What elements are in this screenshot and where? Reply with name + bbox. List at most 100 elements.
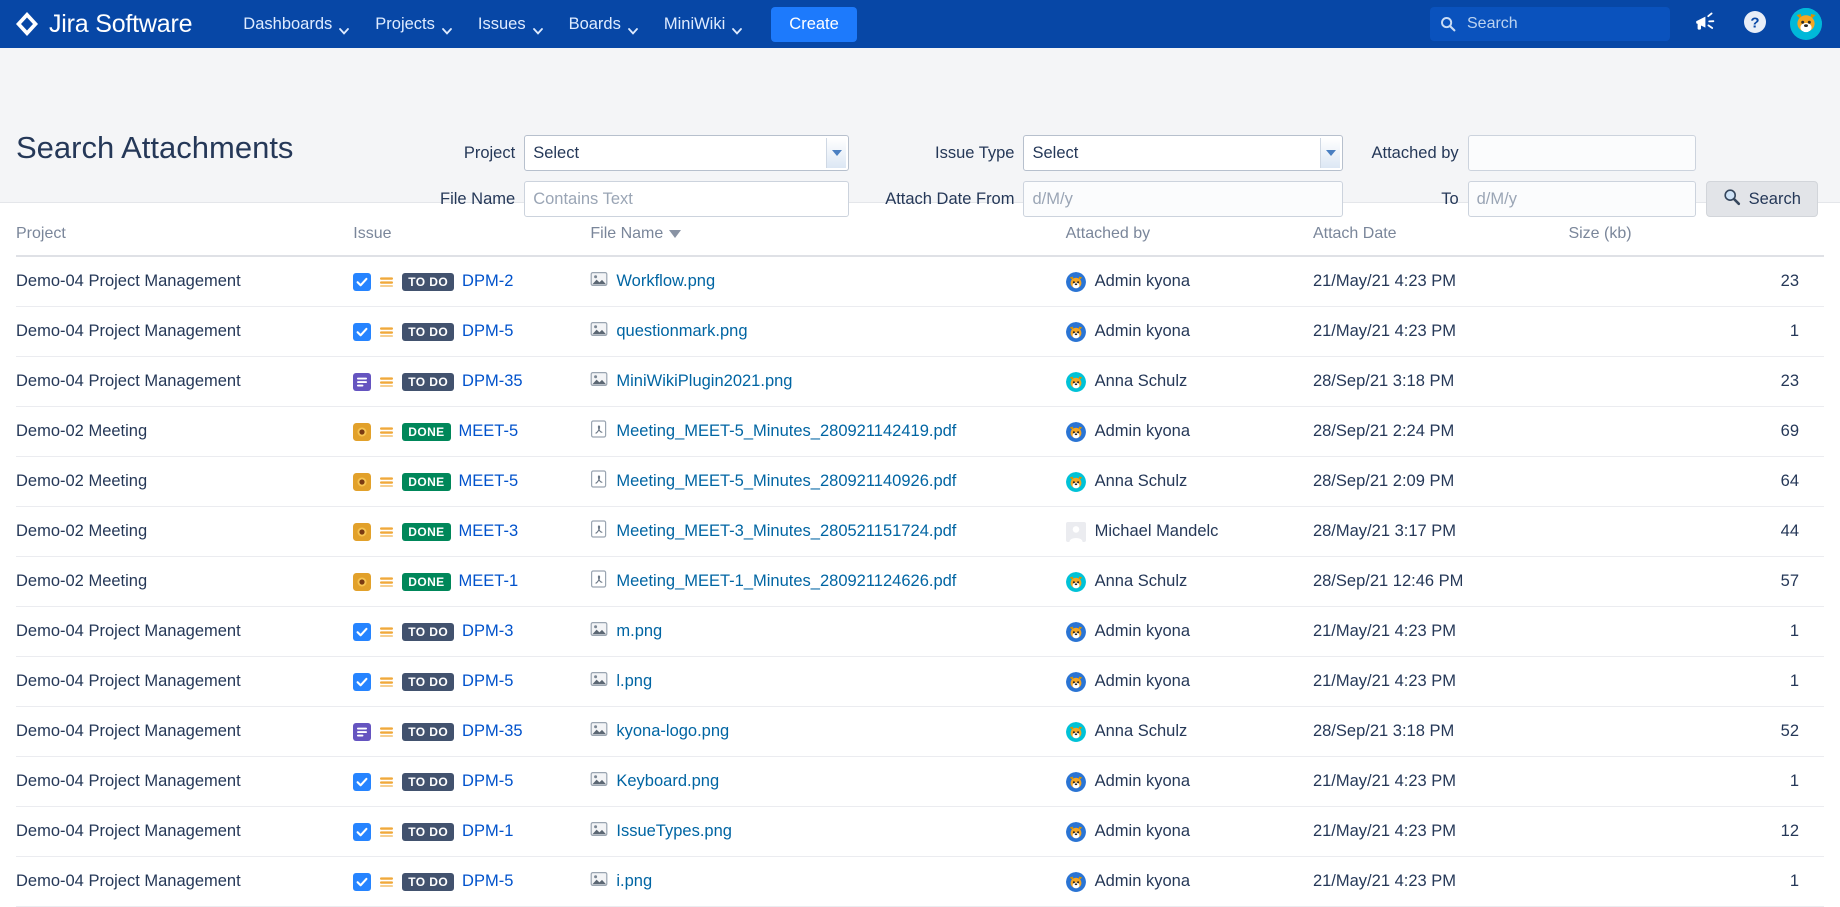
issue-type-select[interactable]: Select xyxy=(1023,135,1343,171)
svg-text:?: ? xyxy=(1750,14,1759,31)
cell-size: 12 xyxy=(1568,807,1824,857)
create-button[interactable]: Create xyxy=(771,7,857,42)
cell-attached-by: Anna Schulz xyxy=(1066,707,1313,757)
image-file-icon xyxy=(590,270,608,293)
announcements-button[interactable] xyxy=(1690,9,1720,39)
issue-type-meeting-icon xyxy=(353,423,371,441)
priority-medium-icon xyxy=(379,724,394,739)
column-header-file-name-label: File Name xyxy=(590,225,663,242)
table-row: Demo-04 Project ManagementTO DODPM-3m.pn… xyxy=(16,607,1824,657)
cell-project: Demo-04 Project Management xyxy=(16,807,353,857)
status-badge: TO DO xyxy=(402,373,454,391)
image-file-icon xyxy=(590,670,608,693)
issue-key-link[interactable]: MEET-1 xyxy=(459,572,519,591)
pdf-file-icon xyxy=(590,470,608,493)
table-row: Demo-04 Project ManagementTO DODPM-5ques… xyxy=(16,307,1824,357)
cell-issue: DONEMEET-5 xyxy=(353,407,590,457)
attachment-file-link[interactable]: Meeting_MEET-3_Minutes_280521151724.pdf xyxy=(616,522,956,541)
nav-item-miniwiki[interactable]: MiniWiki xyxy=(653,8,753,41)
issue-type-meeting-icon xyxy=(353,473,371,491)
cell-file-name: IssueTypes.png xyxy=(590,807,1065,857)
cell-file-name: l.png xyxy=(590,657,1065,707)
issue-key-link[interactable]: DPM-35 xyxy=(462,372,523,391)
file-name-input[interactable] xyxy=(524,181,849,217)
attachment-file-link[interactable]: m.png xyxy=(616,622,662,641)
attached-by-input[interactable] xyxy=(1468,135,1696,171)
brand-home-link[interactable]: Jira Software xyxy=(14,10,192,39)
attachment-file-link[interactable]: kyona-logo.png xyxy=(616,722,729,741)
file-name-label: File Name xyxy=(440,190,524,209)
nav-label-miniwiki: MiniWiki xyxy=(664,15,725,34)
cell-attach-date: 21/May/21 4:23 PM xyxy=(1313,307,1569,357)
attachment-file-link[interactable]: Meeting_MEET-1_Minutes_280921124626.pdf xyxy=(616,572,956,591)
table-row: Demo-04 Project ManagementTO DODPM-1 Issu… xyxy=(16,807,1824,857)
nav-item-boards[interactable]: Boards xyxy=(558,8,649,41)
issue-key-link[interactable]: MEET-5 xyxy=(459,422,519,441)
attachment-file-link[interactable]: IssueTypes.png xyxy=(616,822,732,841)
issue-type-select-value: Select xyxy=(1032,144,1078,163)
sort-descending-caret-icon xyxy=(669,230,681,238)
cell-size: 1 xyxy=(1568,757,1824,807)
issue-key-link[interactable]: DPM-5 xyxy=(462,772,513,791)
cell-file-name: Meeting_MEET-5_Minutes_280921142419.pdf xyxy=(590,407,1065,457)
attached-by-name: Admin kyona xyxy=(1095,322,1190,341)
avatar-admin-kyona xyxy=(1066,672,1086,692)
cell-file-name: MiniWikiPlugin2021.png xyxy=(590,357,1065,407)
attachment-file-link[interactable]: Workflow.png xyxy=(616,272,715,291)
nav-item-projects[interactable]: Projects xyxy=(364,8,463,41)
cell-size: 1 xyxy=(1568,657,1824,707)
chevron-down-icon xyxy=(442,21,452,28)
attach-date-to-input[interactable] xyxy=(1468,181,1696,217)
attachment-file-link[interactable]: Meeting_MEET-5_Minutes_280921140926.pdf xyxy=(616,472,956,491)
issue-type-task-icon xyxy=(353,323,371,341)
top-navigation-bar: Jira Software Dashboards Projects Issues… xyxy=(0,0,1840,48)
project-select[interactable]: Select xyxy=(524,135,849,171)
cell-size: 69 xyxy=(1568,407,1824,457)
project-select-value: Select xyxy=(533,144,579,163)
issue-key-link[interactable]: DPM-5 xyxy=(462,672,513,691)
priority-medium-icon xyxy=(379,524,394,539)
status-badge: DONE xyxy=(402,473,450,491)
attached-by-name: Anna Schulz xyxy=(1095,472,1188,491)
cell-project: Demo-04 Project Management xyxy=(16,707,353,757)
cell-issue: TO DODPM-1 xyxy=(353,807,590,857)
issue-key-link[interactable]: DPM-5 xyxy=(462,322,513,341)
image-file-icon xyxy=(590,320,608,343)
user-avatar-dog-icon xyxy=(1790,8,1822,40)
issue-key-link[interactable]: DPM-3 xyxy=(462,622,513,641)
issue-key-link[interactable]: MEET-3 xyxy=(459,522,519,541)
global-search-box[interactable] xyxy=(1430,7,1670,41)
attachment-file-link[interactable]: l.png xyxy=(616,672,652,691)
attachment-file-link[interactable]: questionmark.png xyxy=(616,322,747,341)
cell-issue: TO DODPM-35 xyxy=(353,707,590,757)
attach-date-from-input[interactable] xyxy=(1023,181,1343,217)
attachment-file-link[interactable]: Meeting_MEET-5_Minutes_280921142419.pdf xyxy=(616,422,956,441)
cell-attached-by: Admin kyona xyxy=(1066,407,1313,457)
nav-label-dashboards: Dashboards xyxy=(243,15,332,34)
attachment-file-link[interactable]: MiniWikiPlugin2021.png xyxy=(616,372,792,391)
column-header-project[interactable]: Project xyxy=(16,203,353,256)
issue-type-task-icon xyxy=(353,273,371,291)
issue-key-link[interactable]: DPM-2 xyxy=(462,272,513,291)
cell-issue: DONEMEET-3 xyxy=(353,507,590,557)
global-search-input[interactable] xyxy=(1465,14,1660,34)
attachment-file-link[interactable]: Keyboard.png xyxy=(616,772,719,791)
cell-attached-by: Anna Schulz xyxy=(1066,557,1313,607)
cell-attached-by: Admin kyona xyxy=(1066,307,1313,357)
issue-key-link[interactable]: DPM-1 xyxy=(462,822,513,841)
cell-project: Demo-02 Meeting xyxy=(16,507,353,557)
cell-issue: TO DODPM-2 xyxy=(353,256,590,307)
search-submit-button[interactable]: Search xyxy=(1706,181,1818,217)
cell-size: 52 xyxy=(1568,707,1824,757)
nav-item-issues[interactable]: Issues xyxy=(467,8,554,41)
help-button[interactable]: ? xyxy=(1740,9,1770,39)
issue-key-link[interactable]: DPM-35 xyxy=(462,722,523,741)
project-label: Project xyxy=(440,144,524,163)
user-avatar[interactable] xyxy=(1790,8,1822,40)
attached-by-name: Admin kyona xyxy=(1095,822,1190,841)
nav-item-dashboards[interactable]: Dashboards xyxy=(232,8,360,41)
search-submit-label: Search xyxy=(1749,190,1801,209)
avatar-anna-schulz xyxy=(1066,372,1086,392)
cell-size: 1 xyxy=(1568,607,1824,657)
issue-key-link[interactable]: MEET-5 xyxy=(459,472,519,491)
